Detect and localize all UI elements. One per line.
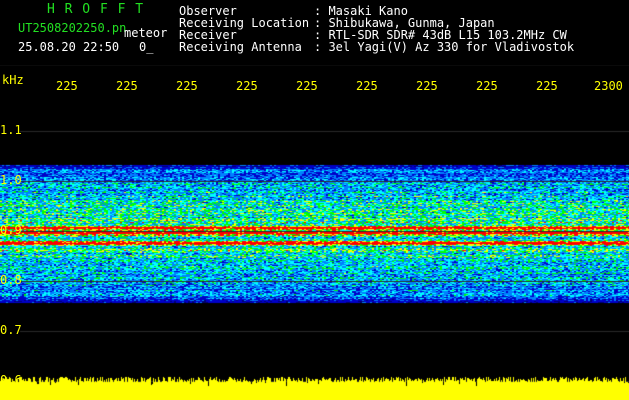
filename: UT2508202250.pn <box>18 21 127 35</box>
x-tick: 225 <box>116 79 138 93</box>
y-tick: 0.6 <box>0 373 22 387</box>
datetime: 25.08.20 22:50 <box>18 40 120 54</box>
y-tick: 1.1 <box>0 123 22 137</box>
x-tick: 2300 <box>594 79 623 93</box>
x-tick: 225 <box>356 79 378 93</box>
x-tick: 225 <box>416 79 438 93</box>
y-tick: 0.8 <box>0 273 22 287</box>
mode-label: meteor <box>124 26 168 40</box>
x-tick: 225 <box>176 79 198 93</box>
x-tick: 225 <box>56 79 78 93</box>
y-unit-label: kHz <box>2 73 24 87</box>
x-tick: 225 <box>296 79 318 93</box>
counter: 0_ <box>139 40 154 54</box>
antenna-label: Receiving Antenna <box>179 40 302 54</box>
y-tick: 1.0 <box>0 173 22 187</box>
y-tick: 0.7 <box>0 323 22 337</box>
hrofft-window: H R O F F T UT2508202250.pn meteor 25.08… <box>0 0 629 400</box>
x-tick: 225 <box>476 79 498 93</box>
antenna-value: : 3el Yagi(V) Az 330 for Vladivostok <box>314 40 575 54</box>
app-title: H R O F F T <box>47 2 145 17</box>
y-tick: 0.9 <box>0 223 22 237</box>
x-tick: 225 <box>236 79 258 93</box>
x-tick: 225 <box>536 79 558 93</box>
spectrogram-plot <box>0 66 629 400</box>
